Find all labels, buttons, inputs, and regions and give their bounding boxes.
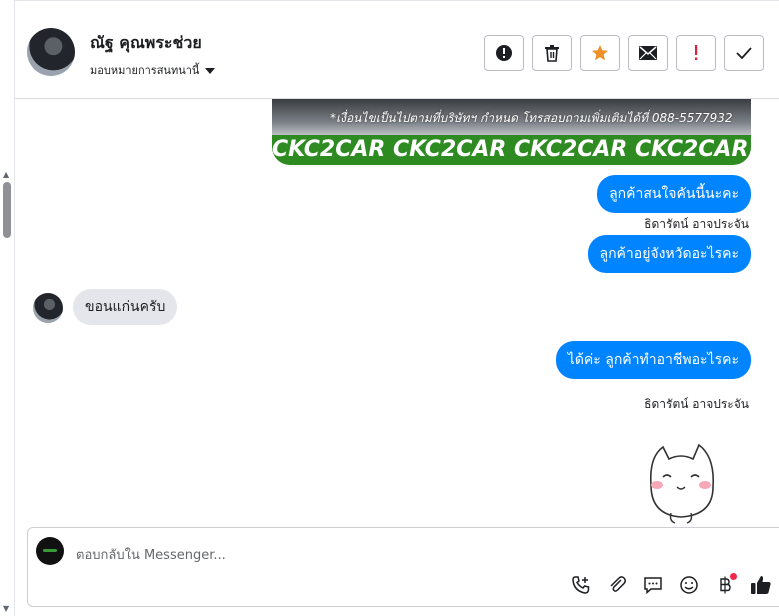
- phone-add-icon: [572, 576, 590, 594]
- assign-label: มอบหมายการสนทนานี้: [90, 64, 200, 77]
- alert-circle-icon: [496, 45, 512, 61]
- sender-name: ธิดารัตน์ อาจประจัน: [644, 217, 749, 231]
- star-button[interactable]: [580, 35, 620, 71]
- composer-tools: [569, 573, 773, 597]
- scroll-down-icon[interactable]: ▼: [3, 604, 9, 613]
- reply-composer: ตอบกลับใน Messenger...: [27, 527, 779, 607]
- chat-icon: [644, 577, 662, 595]
- contact-name[interactable]: ณัฐ คุณพระช่วย: [90, 31, 202, 56]
- saved-replies-button[interactable]: [641, 573, 665, 597]
- header-actions: [484, 35, 764, 71]
- call-button[interactable]: [569, 573, 593, 597]
- caret-down-icon: [205, 68, 216, 74]
- outgoing-message[interactable]: ลูกค้าสนใจคันนี้นะคะ: [597, 175, 751, 213]
- image-note: *เงื่อนไขเป็นไปตามที่บริษัทฯ กำหนด โทรสอ…: [330, 111, 733, 125]
- assign-conversation-dropdown[interactable]: มอบหมายการสนทนานี้: [90, 61, 216, 79]
- emoji-button[interactable]: [677, 573, 701, 597]
- conversation-header: ณัฐ คุณพระช่วย มอบหมายการสนทนานี้: [15, 0, 779, 99]
- attach-button[interactable]: [605, 573, 629, 597]
- mark-done-button[interactable]: [724, 35, 764, 71]
- outgoing-message[interactable]: ได้ค่ะ ลูกค้าทำอาชีพอะไรคะ: [555, 341, 751, 379]
- contact-avatar-small: [33, 293, 63, 323]
- trash-icon: [545, 45, 559, 62]
- like-button[interactable]: [749, 573, 773, 597]
- scroll-thumb[interactable]: [3, 182, 11, 238]
- reply-input[interactable]: ตอบกลับใน Messenger...: [76, 544, 226, 565]
- thumbs-up-icon: [751, 576, 771, 594]
- shared-image[interactable]: *เงื่อนไขเป็นไปตามที่บริษัทฯ กำหนด โทรสอ…: [272, 99, 751, 165]
- emoji-icon: [680, 576, 698, 594]
- contact-avatar[interactable]: [27, 28, 75, 76]
- star-icon: [592, 45, 608, 61]
- sender-name: ธิดารัตน์ อาจประจัน: [644, 397, 749, 411]
- scrollbar[interactable]: ▲ ▼: [0, 0, 15, 616]
- image-banner: CKC2CAR CKC2CAR CKC2CAR CKC2CAR CKC2CAR …: [272, 135, 751, 165]
- notification-dot: [730, 573, 737, 580]
- incoming-message[interactable]: ขอนแก่นครับ: [73, 289, 178, 325]
- mail-button[interactable]: [628, 35, 668, 71]
- check-icon: [736, 47, 752, 59]
- outgoing-message[interactable]: ลูกค้าอยู่จังหวัดอะไรคะ: [587, 235, 751, 273]
- mail-icon: [639, 46, 657, 60]
- delete-button[interactable]: [532, 35, 572, 71]
- page-avatar: [36, 537, 64, 565]
- payment-button[interactable]: [713, 573, 737, 597]
- exclamation-icon: [695, 45, 698, 60]
- report-button[interactable]: [484, 35, 524, 71]
- priority-button[interactable]: [676, 35, 716, 71]
- scroll-up-icon[interactable]: ▲: [3, 170, 9, 179]
- message-thread[interactable]: *เงื่อนไขเป็นไปตามที่บริษัทฯ กำหนด โทรสอ…: [15, 99, 779, 525]
- paperclip-icon: [610, 576, 626, 592]
- cat-sticker[interactable]: [641, 435, 721, 525]
